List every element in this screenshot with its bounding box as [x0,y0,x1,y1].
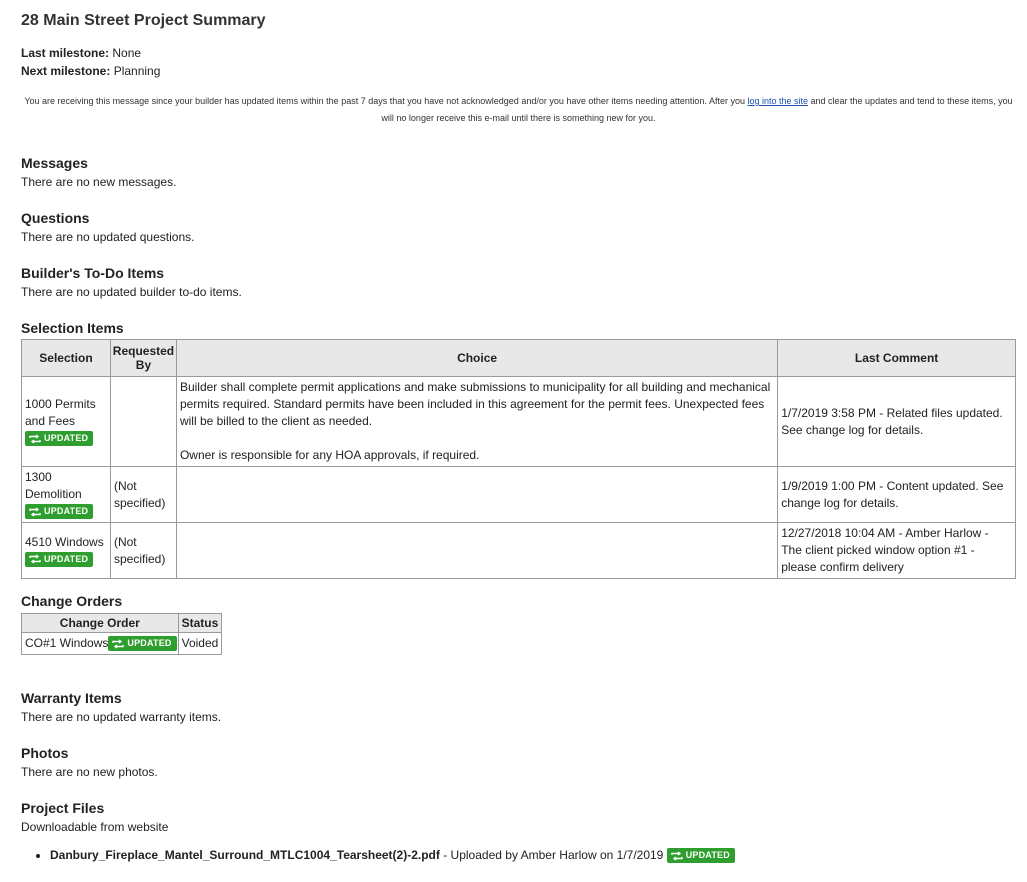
selection-cell[interactable]: 4510 Windows UPDATED [21,522,111,579]
last-milestone-value: None [112,46,142,60]
photos-text: There are no new photos. [21,765,158,779]
column-header-change-order: Change Order [21,613,179,633]
refresh-icon [112,639,125,649]
todos-text: There are no updated builder to-do items… [21,285,242,299]
table-row: 1000 Permits and Fees UPDATED Builder sh… [21,376,1016,467]
choice-cell [175,522,779,579]
requested-by-cell [109,376,177,467]
updated-badge-label: UPDATED [44,433,89,444]
selection-name: 4510 Windows [25,534,104,549]
todos-heading: Builder's To-Do Items [21,265,165,281]
updated-badge-label: UPDATED [685,850,730,861]
file-upload-meta: - Uploaded by Amber Harlow on 1/7/2019 [439,848,667,862]
messages-heading: Messages [21,155,88,171]
refresh-icon [29,554,41,564]
column-header-status: Status [177,613,223,633]
updated-badge: UPDATED [25,504,94,520]
page-title: 28 Main Street Project Summary [21,12,266,29]
login-link[interactable]: log into the site [747,96,808,106]
updated-badge: UPDATED [666,848,735,864]
choice-cell [175,466,779,523]
requested-by-cell: (Not specified) [109,522,177,579]
next-milestone: Next milestone: Planning [21,64,160,78]
last-comment-cell: 1/9/2019 1:00 PM - Content updated. See … [777,466,1016,523]
messages-text: There are no new messages. [21,175,177,189]
next-milestone-label: Next milestone: [21,64,111,78]
table-row: 4510 Windows UPDATED (Not specified) 12/… [21,522,1016,579]
project-files-list: Danbury_Fireplace_Mantel_Surround_MTLC10… [50,848,735,864]
next-milestone-value: Planning [113,64,161,78]
project-files-heading: Project Files [21,800,105,816]
updated-badge: UPDATED [25,551,94,567]
file-name-link[interactable]: Danbury_Fireplace_Mantel_Surround_MTLC10… [50,848,440,862]
selection-cell[interactable]: 1000 Permits and Fees UPDATED [21,376,111,467]
column-header-selection: Selection [21,339,111,377]
change-order-status-cell: Voided [177,632,223,655]
choice-paragraph: Builder shall complete permit applicatio… [179,380,771,428]
change-order-cell[interactable]: CO#1 Windows UPDATED [21,632,179,655]
warranty-heading: Warranty Items [21,690,122,706]
change-orders-heading: Change Orders [21,593,123,609]
updated-badge-label: UPDATED [127,638,172,649]
updated-badge-label: UPDATED [44,553,89,564]
choice-paragraph: Owner is responsible for any HOA approva… [179,448,480,462]
column-header-last-comment: Last Comment [777,339,1016,377]
change-orders-table: Change Order Status CO#1 Windows UPDATED … [21,613,223,655]
refresh-icon [671,851,683,861]
choice-cell: Builder shall complete permit applicatio… [175,376,779,467]
photos-heading: Photos [21,745,69,761]
last-milestone: Last milestone: None [21,46,141,60]
project-files-subtitle: Downloadable from website [21,820,169,834]
questions-heading: Questions [21,210,90,226]
refresh-icon [29,507,41,517]
last-comment-cell: 1/7/2019 3:58 PM - Related files updated… [777,376,1016,467]
column-header-choice: Choice [175,339,779,377]
selection-items-heading: Selection Items [21,320,124,336]
change-order-name: CO#1 Windows [25,636,109,650]
last-comment-cell: 12/27/2018 10:04 AM - Amber Harlow - The… [777,522,1016,579]
warranty-text: There are no updated warranty items. [21,710,222,724]
refresh-icon [29,434,41,444]
requested-by-cell: (Not specified) [109,466,177,523]
table-row: CO#1 Windows UPDATED Voided [21,632,223,655]
list-item: Danbury_Fireplace_Mantel_Surround_MTLC10… [50,848,735,864]
column-header-requested-by: Requested By [109,339,177,377]
notice-text-before: You are receiving this message since you… [24,96,748,106]
notice-text: You are receiving this message since you… [21,93,1016,127]
selection-items-table: Selection Requested By Choice Last Comme… [21,339,1016,579]
selection-cell[interactable]: 1300 Demolition UPDATED [21,466,111,523]
selection-name: 1000 Permits and Fees [25,397,96,428]
updated-badge: UPDATED [108,636,177,652]
table-row: 1300 Demolition UPDATED (Not specified) … [21,466,1016,523]
updated-badge: UPDATED [25,431,94,447]
selection-name: 1300 Demolition [25,470,82,501]
updated-badge-label: UPDATED [44,506,89,517]
questions-text: There are no updated questions. [21,230,195,244]
last-milestone-label: Last milestone: [21,46,110,60]
